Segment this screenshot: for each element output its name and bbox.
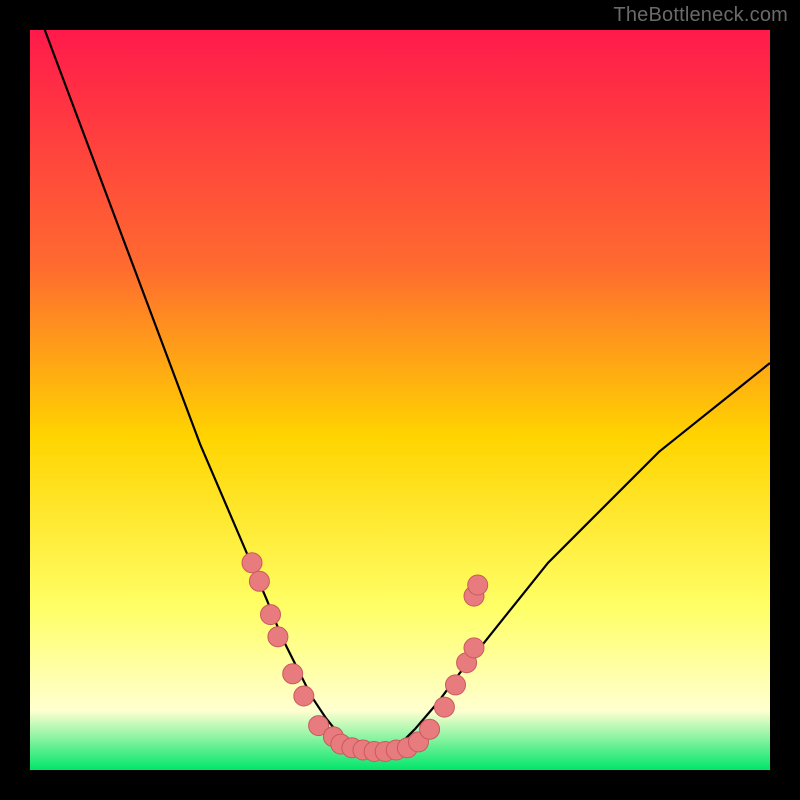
data-marker — [420, 719, 440, 739]
data-marker — [268, 627, 288, 647]
data-marker — [242, 553, 262, 573]
data-marker — [434, 697, 454, 717]
data-marker — [294, 686, 314, 706]
data-marker — [249, 571, 269, 591]
watermark-text: TheBottleneck.com — [613, 4, 788, 27]
data-marker — [261, 605, 281, 625]
data-marker — [446, 675, 466, 695]
data-marker — [464, 638, 484, 658]
gradient-bg — [30, 30, 770, 770]
data-marker — [468, 575, 488, 595]
chart-frame: TheBottleneck.com — [0, 0, 800, 800]
plot-area — [30, 30, 770, 770]
data-marker — [283, 664, 303, 684]
chart-svg — [30, 30, 770, 770]
